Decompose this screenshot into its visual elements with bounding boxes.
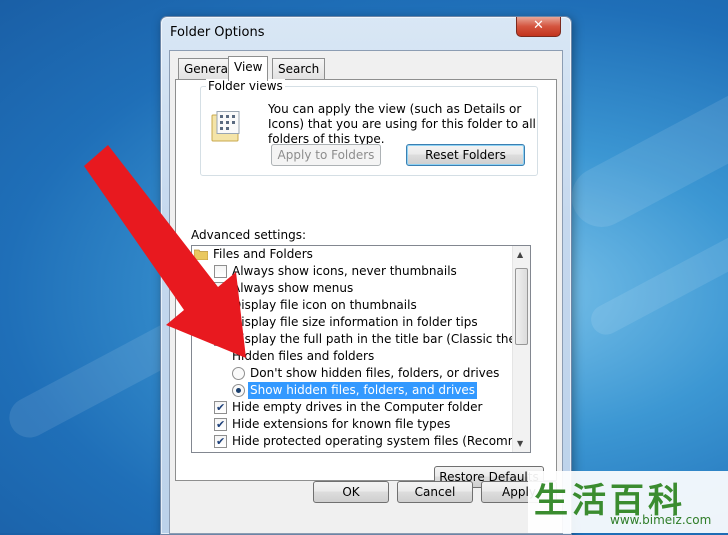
folder-icon bbox=[194, 249, 208, 260]
advanced-settings-list[interactable]: Files and Folders Always show icons, nev… bbox=[191, 245, 531, 453]
desktop-streak bbox=[561, 62, 728, 238]
checkbox[interactable] bbox=[214, 282, 227, 295]
list-item-label: Hide protected operating system files (R… bbox=[232, 434, 531, 448]
list-item-label: Files and Folders bbox=[213, 247, 313, 261]
list-scrollbar[interactable]: ▲ ▼ bbox=[512, 246, 530, 452]
checkbox[interactable] bbox=[214, 416, 227, 433]
list-item-label: Don't show hidden files, folders, or dri… bbox=[250, 366, 500, 380]
list-item-label: Display file size information in folder … bbox=[232, 315, 478, 329]
view-tab-panel: Folder views You can apply the view (suc… bbox=[175, 79, 557, 488]
radio-button[interactable] bbox=[232, 384, 245, 397]
ok-button[interactable]: OK bbox=[313, 481, 389, 503]
title-bar[interactable]: Folder Options ✕ bbox=[161, 17, 571, 49]
scroll-up-icon[interactable]: ▲ bbox=[517, 250, 523, 259]
list-item-label: Hide extensions for known file types bbox=[232, 417, 451, 431]
list-item-group-hidden-files: Hidden files and folders bbox=[232, 348, 374, 365]
checkbox[interactable] bbox=[214, 331, 227, 348]
folder-views-title: Folder views bbox=[206, 79, 285, 93]
apply-to-folders-button[interactable]: Apply to Folders bbox=[271, 144, 381, 166]
desktop-streak bbox=[585, 210, 728, 340]
close-button[interactable]: ✕ bbox=[516, 17, 561, 37]
checkbox[interactable] bbox=[214, 433, 227, 450]
reset-folders-button[interactable]: Reset Folders bbox=[406, 144, 525, 166]
checkbox[interactable] bbox=[214, 314, 227, 331]
checkbox[interactable] bbox=[214, 265, 227, 278]
watermark-url: www.bimeiz.com bbox=[610, 513, 712, 527]
list-item-label: Display file icon on thumbnails bbox=[232, 298, 417, 312]
folder-views-icon bbox=[211, 111, 240, 142]
list-item-label: Show hidden files, folders, and drives bbox=[248, 382, 478, 399]
scroll-down-icon[interactable]: ▼ bbox=[517, 439, 523, 448]
checkbox[interactable] bbox=[214, 399, 227, 416]
dialog-client-area: General View Search Folder views You can… bbox=[169, 50, 563, 534]
folder-options-dialog: Folder Options ✕ General View Search Fol… bbox=[160, 16, 572, 535]
folder-views-description: You can apply the view (such as Details … bbox=[268, 102, 536, 146]
cancel-button[interactable]: Cancel bbox=[397, 481, 473, 503]
checkbox[interactable] bbox=[214, 297, 227, 314]
scrollbar-thumb[interactable] bbox=[515, 268, 528, 345]
close-icon: ✕ bbox=[533, 18, 544, 33]
folder-views-group: Folder views You can apply the view (suc… bbox=[200, 79, 538, 176]
window-title: Folder Options bbox=[170, 25, 265, 40]
tab-view[interactable]: View bbox=[228, 56, 269, 81]
list-item-label: Display the full path in the title bar (… bbox=[232, 332, 530, 346]
advanced-settings-label: Advanced settings: bbox=[191, 228, 306, 242]
tab-search[interactable]: Search bbox=[272, 58, 326, 79]
list-item-label: Hidden files and folders bbox=[232, 349, 375, 363]
radio-button[interactable] bbox=[232, 367, 245, 380]
list-item-label: Always show menus bbox=[232, 281, 354, 295]
watermark: 生活百科 www.bimeiz.com bbox=[528, 471, 728, 533]
list-item-label: Hide empty drives in the Computer folder bbox=[232, 400, 483, 414]
list-item-label: Always show icons, never thumbnails bbox=[232, 264, 457, 278]
